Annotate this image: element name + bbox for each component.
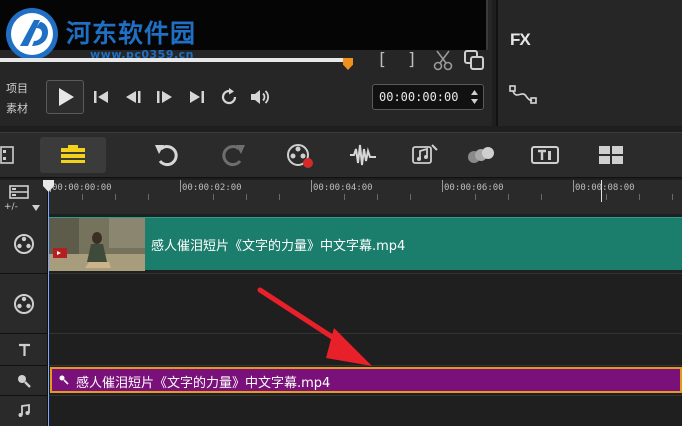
multi-camera-icon[interactable]	[596, 141, 626, 169]
clip-thumbnail	[49, 218, 145, 271]
clip-end-marker	[601, 180, 602, 202]
mode-clip-label[interactable]: 素材	[6, 100, 28, 116]
scrub-thumb[interactable]	[343, 58, 353, 70]
voice-microphone-icon	[18, 374, 31, 388]
annotation-arrow-icon	[257, 287, 372, 366]
chevron-down-icon[interactable]	[32, 205, 40, 211]
volume-icon[interactable]	[248, 86, 270, 108]
voice-clip-icon	[59, 375, 69, 385]
ruler-header: +/-	[0, 180, 48, 214]
zoom-control-icon[interactable]: +/-	[4, 202, 18, 212]
sound-mixer-icon[interactable]	[348, 141, 378, 169]
title-track-header[interactable]	[0, 334, 48, 366]
mode-project-label[interactable]: 项目	[6, 80, 28, 96]
timecode-field[interactable]: 00:00:00:00	[372, 84, 484, 110]
timeline-ruler[interactable]: 00:00:00:00 00:00:02:00 00:00:04:00 00:0…	[48, 180, 682, 214]
timecode-value: 00:00:00:00	[379, 90, 459, 104]
timeline-toolbar	[0, 132, 682, 178]
playhead-line	[48, 180, 49, 426]
music-track-lane[interactable]	[49, 396, 682, 426]
go-to-start-icon[interactable]	[90, 86, 112, 108]
timecode-spinner-icon[interactable]	[470, 88, 479, 106]
ruler-tick-label: 00:00:06:00	[444, 183, 504, 193]
video-clip[interactable]: 感人催泪短片《文字的力量》中文字幕.mp4	[49, 217, 682, 271]
auto-music-icon[interactable]	[410, 141, 440, 169]
previous-frame-icon[interactable]	[122, 86, 144, 108]
video-track-icon	[14, 233, 34, 254]
mark-out-button[interactable]: ]	[402, 49, 422, 71]
next-frame-icon[interactable]	[154, 86, 176, 108]
overlay-track-icon	[14, 293, 34, 314]
enlarge-preview-icon[interactable]	[462, 48, 486, 72]
ruler-tick-label: 00:00:04:00	[313, 183, 373, 193]
motion-tracking-icon[interactable]	[466, 141, 496, 169]
mark-in-button[interactable]: [	[372, 49, 392, 71]
preview-panel: 河东软件园 www.pc0359.cn [ ] 项目 素材 00:00:00:0…	[0, 0, 492, 126]
split-clip-scissors-icon[interactable]	[430, 48, 456, 72]
watermark-logo-icon	[6, 8, 58, 60]
library-side-panel: FX	[496, 0, 682, 126]
music-note-icon	[18, 403, 30, 417]
ruler-tick-label: 00:00:08:00	[575, 183, 635, 193]
watermark-title: 河东软件园	[66, 19, 197, 48]
motion-path-icon[interactable]	[508, 84, 538, 106]
timeline-view-icon	[61, 145, 85, 163]
play-icon	[59, 88, 74, 106]
repeat-icon[interactable]	[218, 86, 240, 108]
play-button[interactable]	[46, 80, 84, 114]
fx-filter-button[interactable]: FX	[510, 30, 531, 50]
watermark: 河东软件园 www.pc0359.cn	[4, 6, 254, 66]
track-manager-icon[interactable]	[8, 184, 30, 200]
scrub-bar[interactable]	[0, 58, 346, 62]
undo-icon[interactable]	[152, 141, 182, 169]
voice-track-header[interactable]	[0, 366, 48, 396]
track-headers	[0, 214, 48, 426]
video-editor-window: 河东软件园 www.pc0359.cn [ ] 项目 素材 00:00:00:0…	[0, 0, 682, 426]
record-capture-icon[interactable]	[284, 141, 314, 169]
subtitle-editor-icon[interactable]	[530, 141, 560, 169]
timeline-view-button[interactable]	[40, 137, 106, 173]
video-clip-name: 感人催泪短片《文字的力量》中文字幕.mp4	[151, 239, 406, 254]
storyboard-view-icon[interactable]	[0, 141, 16, 169]
clip-thumbnail-image	[49, 218, 145, 271]
music-track-header[interactable]	[0, 396, 48, 426]
redo-icon[interactable]	[218, 141, 248, 169]
title-track-icon	[19, 343, 30, 356]
ruler-tick-label: 00:00:00:00	[52, 183, 112, 193]
video-track-header[interactable]	[0, 214, 48, 274]
go-to-end-icon[interactable]	[186, 86, 208, 108]
ruler-tick-label: 00:00:02:00	[182, 183, 242, 193]
overlay-track-header[interactable]	[0, 274, 48, 334]
